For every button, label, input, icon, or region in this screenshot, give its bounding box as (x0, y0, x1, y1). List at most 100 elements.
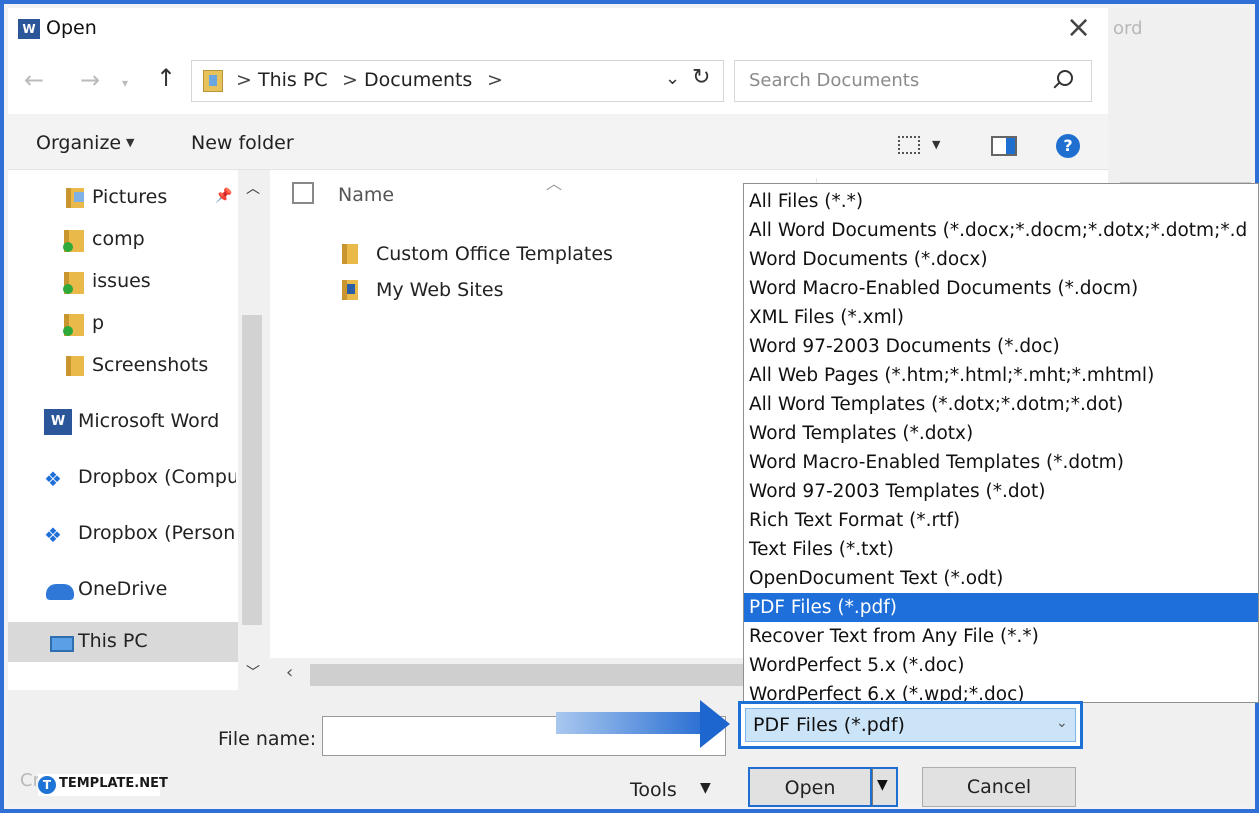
recent-locations-chevron-icon[interactable]: ▾ (122, 76, 128, 90)
chevron-down-icon[interactable]: ⌄ (1056, 715, 1068, 731)
close-button[interactable]: × (1066, 10, 1091, 46)
file-row-custom-office-templates[interactable]: Custom Office Templates (270, 238, 790, 272)
breadcrumb-separator[interactable]: > (487, 69, 503, 91)
tools-button[interactable]: Tools (630, 779, 677, 801)
word-icon: W (44, 409, 72, 435)
breadcrumb-this-pc[interactable]: This PC (258, 69, 328, 91)
nav-item-dropbox-personal[interactable]: ❖ Dropbox (Person (8, 514, 238, 554)
back-arrow-icon[interactable]: ← (24, 66, 44, 94)
file-type-dropdown-list[interactable]: All Files (*.*) All Word Documents (*.do… (743, 183, 1259, 703)
navigation-pane: Pictures 📌 comp issues p Screenshots W M… (8, 170, 266, 690)
file-type-option[interactable]: XML Files (*.xml) (744, 303, 1258, 332)
word-app-icon: W (18, 19, 40, 39)
file-type-option[interactable]: Recover Text from Any File (*.*) (744, 622, 1258, 651)
preview-pane-icon[interactable] (991, 136, 1017, 156)
address-dropdown-chevron-icon[interactable]: ⌄ (665, 68, 680, 89)
open-options-caret-icon: ▼ (877, 777, 888, 793)
nav-item-screenshots[interactable]: Screenshots (8, 346, 238, 386)
file-type-option[interactable]: WordPerfect 6.x (*.wpd;*.doc) (744, 680, 1258, 702)
scroll-left-chevron-icon[interactable]: ‹ (286, 662, 293, 683)
file-type-option[interactable]: OpenDocument Text (*.odt) (744, 564, 1258, 593)
nav-item-label: p (92, 312, 105, 334)
file-type-option[interactable]: Word Macro-Enabled Documents (*.docm) (744, 274, 1258, 303)
documents-location-icon (203, 70, 223, 92)
breadcrumb-separator: > (236, 69, 252, 91)
file-type-option[interactable]: Word Templates (*.dotx) (744, 419, 1258, 448)
new-folder-button[interactable]: New folder (191, 132, 294, 154)
nav-item-this-pc[interactable]: This PC (8, 622, 238, 662)
organize-caret-icon[interactable]: ▼ (126, 136, 134, 149)
onedrive-cloud-icon (46, 584, 74, 600)
nav-item-label: OneDrive (78, 578, 168, 600)
file-type-select[interactable]: PDF Files (*.pdf) ⌄ (738, 701, 1083, 749)
nav-item-comp[interactable]: comp (8, 220, 238, 260)
nav-pane-scrollbar[interactable]: ︿ ﹀ (238, 170, 266, 690)
forward-arrow-icon[interactable]: → (80, 66, 100, 94)
file-type-option[interactable]: Rich Text Format (*.rtf) (744, 506, 1258, 535)
cancel-button[interactable]: Cancel (922, 767, 1076, 807)
address-bar[interactable]: > This PC > Documents > ⌄ ↻ (191, 60, 724, 102)
file-type-option[interactable]: Word Macro-Enabled Templates (*.dotm) (744, 448, 1258, 477)
file-row-my-web-sites[interactable]: My Web Sites (270, 274, 790, 308)
dialog-title: Open (46, 17, 97, 39)
column-header-name[interactable]: Name (338, 184, 394, 206)
nav-item-microsoft-word[interactable]: W Microsoft Word (8, 402, 238, 442)
nav-item-label: Dropbox (Compu (78, 466, 236, 488)
command-toolbar: Organize ▼ New folder ▼ ? (8, 114, 1108, 170)
title-bar: W Open × (8, 8, 1108, 50)
nav-item-label: This PC (78, 630, 148, 652)
dropbox-icon: ❖ (44, 467, 62, 491)
file-type-option[interactable]: Word Documents (*.docx) (744, 245, 1258, 274)
template-logo-icon: T (38, 776, 56, 794)
refresh-icon[interactable]: ↻ (692, 65, 710, 90)
search-icon[interactable] (1057, 70, 1073, 86)
search-box[interactable]: Search Documents (734, 60, 1092, 102)
help-icon[interactable]: ? (1056, 134, 1080, 158)
open-button[interactable]: Open (748, 767, 872, 807)
nav-item-dropbox-computer[interactable]: ❖ Dropbox (Compu (8, 458, 238, 498)
organize-button[interactable]: Organize (36, 132, 121, 154)
open-options-button[interactable]: ▼ (872, 767, 898, 807)
annotation-arrow-shaft (556, 712, 704, 734)
file-type-option[interactable]: Text Files (*.txt) (744, 535, 1258, 564)
breadcrumb-documents[interactable]: Documents (364, 69, 472, 91)
up-arrow-icon[interactable]: ↑ (156, 64, 176, 92)
scroll-up-chevron-icon[interactable]: ︿ (246, 178, 260, 198)
nav-item-p[interactable]: p (8, 304, 238, 344)
nav-item-pictures[interactable]: Pictures 📌 (8, 178, 238, 218)
nav-item-label: Screenshots (92, 354, 209, 376)
nav-item-label: issues (92, 270, 151, 292)
synced-folder-icon (63, 314, 84, 336)
file-type-option[interactable]: All Web Pages (*.htm;*.html;*.mht;*.mhtm… (744, 361, 1258, 390)
file-name: My Web Sites (376, 279, 504, 301)
nav-item-issues[interactable]: issues (8, 262, 238, 302)
search-placeholder: Search Documents (749, 70, 920, 91)
pin-icon[interactable]: 📌 (215, 188, 232, 204)
navigation-row: ← → ▾ ↑ > This PC > Documents > ⌄ ↻ Sear… (8, 50, 1108, 114)
view-options-caret-icon[interactable]: ▼ (932, 138, 940, 151)
nav-item-onedrive[interactable]: OneDrive (8, 570, 238, 610)
file-type-option-selected[interactable]: PDF Files (*.pdf) (744, 593, 1258, 622)
file-type-option[interactable]: WordPerfect 5.x (*.doc) (744, 651, 1258, 680)
horizontal-scrollbar-thumb[interactable] (310, 664, 790, 686)
file-type-select-field[interactable]: PDF Files (*.pdf) ⌄ (745, 708, 1076, 742)
file-type-option[interactable]: All Word Templates (*.dotx;*.dotm;*.dot) (744, 390, 1258, 419)
annotation-arrow-head-icon (700, 700, 730, 748)
scrollbar-thumb[interactable] (242, 315, 262, 625)
file-type-option[interactable]: Word 97-2003 Templates (*.dot) (744, 477, 1258, 506)
file-type-option[interactable]: All Files (*.*) (744, 187, 1258, 216)
synced-folder-icon (63, 230, 84, 252)
template-net-logo: T TEMPLATE.NET (38, 774, 168, 796)
sort-caret-icon: ︿ (546, 174, 563, 193)
change-view-icon[interactable] (898, 136, 920, 154)
template-logo-text: TEMPLATE.NET (59, 776, 168, 791)
web-folder-icon (342, 280, 358, 300)
file-type-option[interactable]: All Word Documents (*.docx;*.docm;*.dotx… (744, 216, 1258, 245)
tools-caret-icon[interactable]: ▼ (700, 780, 711, 796)
file-name: Custom Office Templates (376, 243, 613, 265)
pictures-folder-icon (66, 188, 84, 208)
scroll-down-chevron-icon[interactable]: ﹀ (246, 662, 260, 682)
select-all-checkbox[interactable] (292, 182, 314, 204)
nav-item-label: Pictures (92, 186, 168, 208)
file-type-option[interactable]: Word 97-2003 Documents (*.doc) (744, 332, 1258, 361)
